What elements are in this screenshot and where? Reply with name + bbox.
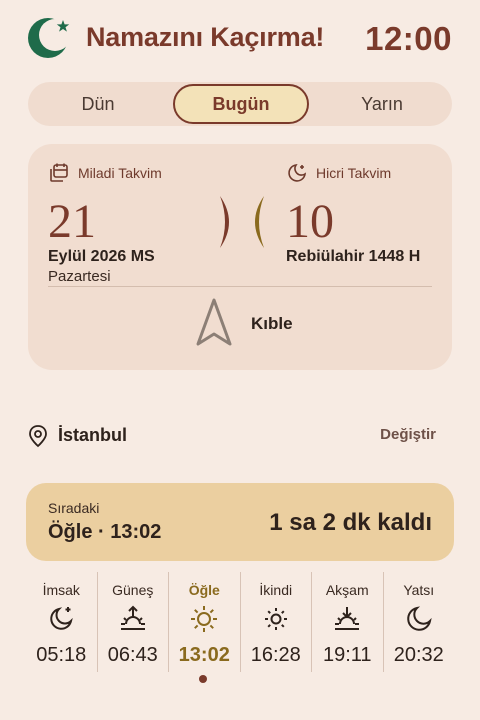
hijri-calendar-header: Hicri Takvim xyxy=(286,162,391,184)
moon-icon xyxy=(407,606,432,631)
app-title: Namazını Kaçırma! xyxy=(86,22,325,52)
hijri-day: 10 xyxy=(286,195,334,248)
prayer-time: 06:43 xyxy=(107,644,158,666)
prayer-time: 19:11 xyxy=(322,644,372,666)
weekday: Pazartesi xyxy=(48,268,111,285)
crescent-star-logo-icon xyxy=(28,18,71,58)
current-time: 12:00 xyxy=(365,20,452,57)
sun-icon xyxy=(191,606,218,632)
next-prayer-remaining: 1 sa 2 dk kaldı xyxy=(269,509,432,536)
sunrise-icon xyxy=(120,605,145,630)
calendar-separator-icon xyxy=(220,196,264,248)
tab-today[interactable]: Bugün xyxy=(173,84,309,124)
location-pin-icon xyxy=(29,425,47,448)
prayer-name: Güneş xyxy=(112,582,154,598)
qibla-arrow-icon[interactable] xyxy=(194,296,234,348)
prayer-time: 05:18 xyxy=(36,644,87,666)
prayer-item-imsak[interactable]: İmsak 05:18 xyxy=(26,572,97,672)
change-location-button[interactable]: Değiştir xyxy=(380,426,436,443)
gregorian-month-year: Eylül 2026 MS xyxy=(48,248,155,265)
prayer-name: Akşam xyxy=(325,582,369,598)
next-prayer-name-time: Öğle · 13:02 xyxy=(48,521,162,543)
calendar-card: Miladi Takvim Hicri Takvim 21 10 Eylül 2… xyxy=(28,144,452,370)
app-header: Namazını Kaçırma! 12:00 xyxy=(0,0,480,80)
gregorian-day: 21 xyxy=(48,195,96,248)
prayer-name: İmsak xyxy=(42,582,80,598)
prayer-item-ogle[interactable]: Öğle 13:02 xyxy=(168,572,240,672)
prayer-time: 13:02 xyxy=(178,644,230,666)
prayer-item-gunes[interactable]: Güneş 06:43 xyxy=(96,572,169,672)
sun-small-icon xyxy=(264,608,287,630)
tab-tomorrow[interactable]: Yarın xyxy=(332,82,432,126)
day-tabs: Dün Bugün Yarın xyxy=(28,82,452,126)
prayer-time: 20:32 xyxy=(393,644,444,666)
gregorian-calendar-header: Miladi Takvim xyxy=(48,162,162,184)
next-prayer-label: Sıradaki xyxy=(48,500,100,516)
prayer-name: Öğle xyxy=(188,582,220,598)
moon-star-icon xyxy=(50,607,74,630)
moon-star-icon xyxy=(288,163,307,182)
prayer-item-yatsi[interactable]: Yatsı 20:32 xyxy=(382,572,455,672)
prayer-name: İkindi xyxy=(259,582,293,598)
location-name: İstanbul xyxy=(58,425,128,445)
qibla-label[interactable]: Kıble xyxy=(251,314,293,334)
prayer-time: 16:28 xyxy=(250,644,301,666)
hijri-month-year: Rebiülahir 1448 H xyxy=(286,248,421,265)
divider xyxy=(48,286,432,287)
gregorian-calendar-label: Miladi Takvim xyxy=(78,165,162,181)
prayer-times-list: İmsak 05:18 Güneş 06:43 Öğle 13:02 İkind… xyxy=(26,572,454,672)
calendar-icon xyxy=(50,163,68,182)
prayer-item-aksam[interactable]: Akşam 19:11 xyxy=(311,572,383,672)
current-prayer-indicator xyxy=(199,675,207,683)
prayer-item-ikindi[interactable]: İkindi 16:28 xyxy=(239,572,312,672)
prayer-name: Yatsı xyxy=(403,582,435,598)
hijri-calendar-label: Hicri Takvim xyxy=(316,165,392,181)
next-prayer-card: Sıradaki Öğle · 13:02 1 sa 2 dk kaldı xyxy=(26,483,454,561)
tab-yesterday[interactable]: Dün xyxy=(48,82,148,126)
sunset-icon xyxy=(335,607,360,630)
